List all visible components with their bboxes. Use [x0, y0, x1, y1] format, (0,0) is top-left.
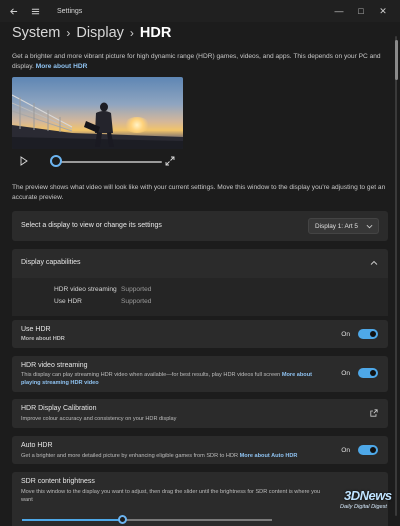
sdr-brightness-thumb[interactable]: [117, 515, 127, 524]
hdr-video-streaming-title: HDR video streaming: [21, 362, 88, 369]
more-about-hdr-link[interactable]: More about HDR: [36, 63, 88, 70]
sdr-brightness-fill: [22, 519, 122, 521]
auto-hdr-toggle-state: On: [341, 446, 350, 454]
preview-scene: [12, 77, 183, 149]
use-hdr-title: Use HDR: [21, 326, 51, 333]
capability-label: Use HDR: [54, 298, 82, 305]
hdr-calibration-card[interactable]: HDR Display Calibration Improve colour a…: [12, 399, 388, 428]
watermark-sub: Daily Digital Digest: [340, 504, 387, 510]
preview-player-controls: [12, 153, 183, 169]
window-controls: — □ ✕: [328, 0, 394, 22]
auto-hdr-toggle-group: On: [341, 445, 378, 455]
display-capabilities-table: HDR video streaming Supported Use HDR Su…: [12, 278, 388, 316]
scrollbar-thumb[interactable]: [395, 40, 398, 80]
toggle-knob: [370, 331, 376, 337]
scrollbar-track[interactable]: [395, 36, 397, 516]
hamburger-menu-icon[interactable]: [27, 3, 43, 19]
display-capabilities-header[interactable]: Display capabilities: [12, 249, 388, 278]
use-hdr-toggle-group: On: [341, 329, 378, 339]
back-arrow-icon[interactable]: [5, 3, 21, 19]
breadcrumb-separator-icon: ›: [66, 26, 71, 40]
page-title: HDR: [139, 25, 172, 41]
hdr-video-toggle[interactable]: [358, 368, 378, 378]
chevron-up-icon[interactable]: [370, 259, 378, 267]
preview-note: The preview shows what video will look l…: [12, 184, 386, 201]
select-display-card: Select a display to view or change its s…: [12, 211, 388, 241]
select-display-label: Select a display to view or change its s…: [21, 222, 162, 229]
capability-label: HDR video streaming: [54, 286, 117, 293]
hdr-calibration-title: HDR Display Calibration: [21, 405, 97, 412]
window-title: Settings: [57, 7, 83, 15]
capability-value: Supported: [121, 286, 152, 293]
watermark-main: 3DNews: [344, 488, 392, 503]
hdr-calibration-desc: Improve colour accuracy and consistency …: [21, 416, 177, 422]
toggle-knob: [370, 370, 376, 376]
auto-hdr-text: Get a brighter and more detailed picture…: [21, 453, 240, 459]
maximize-button[interactable]: □: [350, 0, 372, 22]
site-watermark-logo: 3DNews Daily Digital Digest: [334, 488, 392, 514]
hdr-video-toggle-state: On: [341, 369, 350, 377]
expand-icon[interactable]: [165, 156, 175, 166]
chevron-down-icon: [366, 224, 373, 229]
close-button[interactable]: ✕: [372, 0, 394, 22]
use-hdr-more-link[interactable]: More about HDR: [21, 335, 65, 343]
open-external-icon[interactable]: [370, 409, 378, 417]
capability-value: Supported: [121, 298, 152, 305]
minimize-button[interactable]: —: [328, 0, 350, 22]
preview-progress-thumb[interactable]: [49, 155, 62, 167]
breadcrumb: System › Display › HDR: [12, 24, 171, 42]
use-hdr-toggle[interactable]: [358, 329, 378, 339]
toggle-knob: [370, 447, 376, 453]
use-hdr-card: Use HDR More about HDR On: [12, 320, 388, 348]
intro-text: Get a brighter and more vibrant picture …: [12, 52, 392, 72]
sdr-brightness-card: SDR content brightness Move this window …: [12, 472, 388, 526]
use-hdr-toggle-state: On: [341, 330, 350, 338]
auto-hdr-toggle[interactable]: [358, 445, 378, 455]
auto-hdr-desc: Get a brighter and more detailed picture…: [21, 452, 341, 460]
display-capabilities-title: Display capabilities: [21, 259, 81, 266]
hdr-video-toggle-group: On: [341, 368, 378, 378]
title-bar: Settings — □ ✕: [0, 0, 400, 22]
display-select-value: Display 1: Art 5: [315, 222, 358, 230]
breadcrumb-system[interactable]: System: [12, 25, 60, 41]
display-select-dropdown[interactable]: Display 1: Art 5: [308, 218, 379, 234]
hdr-video-streaming-desc: This display can play streaming HDR vide…: [21, 371, 321, 387]
play-icon[interactable]: [20, 156, 28, 166]
auto-hdr-title: Auto HDR: [21, 442, 53, 449]
hdr-video-streaming-text: This display can play streaming HDR vide…: [21, 372, 282, 378]
breadcrumb-separator-icon: ›: [129, 26, 134, 40]
preview-progress-track[interactable]: [50, 161, 162, 163]
sdr-brightness-desc: Move this window to the display you want…: [21, 489, 321, 503]
hdr-preview-video: [12, 77, 183, 149]
sdr-brightness-title: SDR content brightness: [21, 478, 95, 485]
breadcrumb-display[interactable]: Display: [76, 25, 124, 41]
auto-hdr-card: Auto HDR Get a brighter and more detaile…: [12, 436, 388, 464]
auto-hdr-link[interactable]: More about Auto HDR: [240, 453, 298, 459]
hdr-video-streaming-card: HDR video streaming This display can pla…: [12, 356, 388, 392]
